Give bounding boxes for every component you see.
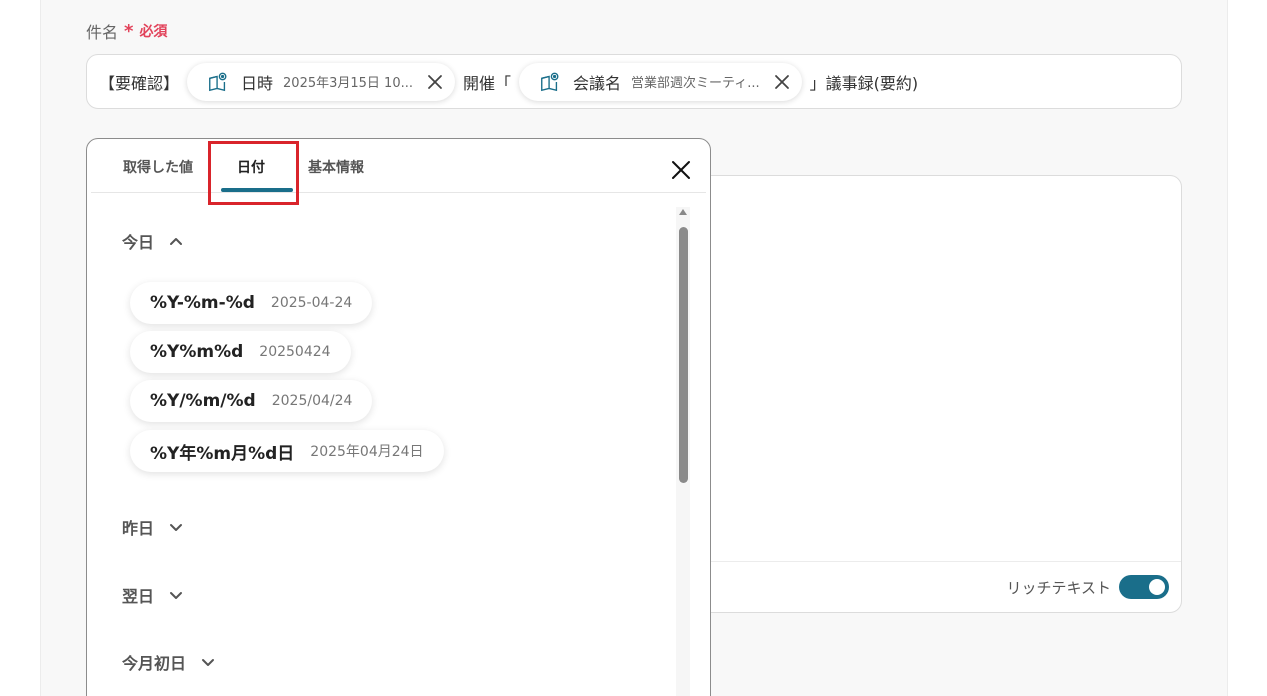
section-yesterday[interactable]: 昨日 (122, 515, 184, 539)
scroll-up-arrow-icon[interactable] (679, 209, 687, 215)
section-tomorrow[interactable]: 翌日 (122, 583, 184, 607)
section-label: 翌日 (122, 587, 155, 606)
format-example: 2025-04-24 (270, 295, 353, 311)
chevron-down-icon (170, 592, 183, 599)
chevron-down-icon (170, 524, 183, 531)
required-text: 必須 (139, 24, 168, 40)
format-code: %Y%m%d (150, 342, 244, 362)
format-example: 2025/04/24 (271, 393, 353, 409)
editor-footer: リッチテキスト (661, 561, 1181, 612)
book-pin-icon (209, 72, 227, 91)
subject-suffix-text: 」議事録(要約) (809, 73, 919, 93)
format-example: 20250424 (259, 344, 331, 360)
chip-key: 会議名 (573, 73, 622, 93)
section-month-first-day[interactable]: 今月初日 (122, 650, 216, 674)
section-today[interactable]: 今日 (122, 229, 184, 253)
rich-text-label: リッチテキスト (1006, 578, 1111, 597)
date-format-option[interactable]: %Y%m%d 20250424 (130, 331, 351, 373)
subject-prefix-text: 【要確認】 (99, 73, 180, 93)
close-icon[interactable] (670, 159, 692, 181)
tab-basic-info[interactable]: 基本情報 (308, 157, 364, 177)
date-format-option[interactable]: %Y年%m月%d日 2025年04月24日 (130, 430, 444, 472)
scrollbar-thumb[interactable] (679, 227, 688, 483)
variable-chip-datetime[interactable]: 日時 2025年3月15日 10... (187, 62, 455, 101)
variable-picker-popup: 取得した値 日付 基本情報 今日 %Y-%m-%d 2025-04-24 %Y%… (86, 138, 711, 696)
tab-highlight-annotation (208, 141, 299, 205)
format-code: %Y年%m月%d日 (150, 443, 295, 464)
date-format-option[interactable]: %Y/%m/%d 2025/04/24 (130, 380, 373, 422)
chip-value: 営業部週次ミーティ... (631, 76, 760, 91)
format-code: %Y-%m-%d (150, 293, 255, 313)
subject-field-label: 件名 * 必須 (86, 19, 167, 43)
format-example: 2025年04月24日 (310, 444, 424, 460)
date-format-option[interactable]: %Y-%m-%d 2025-04-24 (130, 282, 373, 324)
remove-chip-icon[interactable] (772, 72, 792, 92)
required-mark: * (124, 20, 134, 42)
chevron-down-icon (202, 659, 215, 666)
section-label: 昨日 (122, 519, 155, 538)
subject-input[interactable]: 【要確認】 日時 2025年3月15日 10... 開催「 会議名 営業部週次ミ… (86, 54, 1182, 109)
chevron-up-icon (170, 238, 183, 245)
format-code: %Y/%m/%d (150, 391, 256, 411)
rich-text-toggle[interactable] (1119, 575, 1169, 599)
field-label-text: 件名 (86, 23, 119, 42)
section-label: 今月初日 (122, 654, 187, 673)
chip-value: 2025年3月15日 10... (283, 76, 413, 91)
toggle-knob (1149, 579, 1165, 595)
subject-middle-text: 開催「 (463, 73, 512, 93)
body-editor[interactable]: リッチテキスト (660, 175, 1182, 613)
book-pin-icon (541, 72, 559, 91)
variable-chip-meeting-name[interactable]: 会議名 営業部週次ミーティ... (519, 62, 802, 101)
section-label: 今日 (122, 233, 155, 252)
tab-acquired-values[interactable]: 取得した値 (123, 157, 193, 177)
picker-tabs: 取得した値 日付 基本情報 (91, 139, 706, 193)
remove-chip-icon[interactable] (425, 72, 445, 92)
chip-key: 日時 (241, 73, 274, 93)
